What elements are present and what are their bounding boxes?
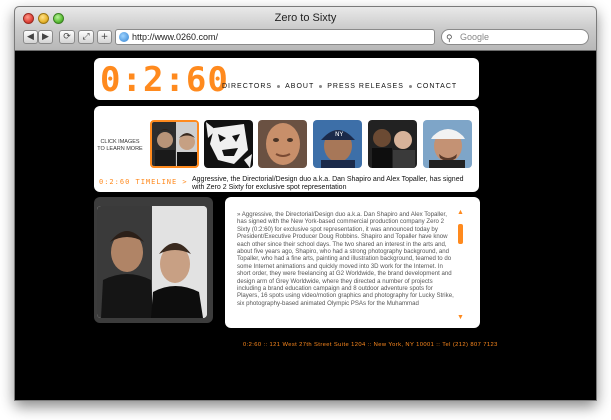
ny-cap-man-image: NY xyxy=(313,120,362,168)
snapback-button[interactable]: ⤢ xyxy=(78,30,94,44)
back-button[interactable]: ◀ xyxy=(23,30,38,44)
search-field[interactable]: ⚲ Google xyxy=(441,29,589,45)
nav-about[interactable]: ABOUT xyxy=(285,83,314,90)
thumbnail-graphic-face[interactable] xyxy=(204,120,253,168)
nav-contact[interactable]: CONTACT xyxy=(417,83,457,90)
globe-icon xyxy=(119,32,129,42)
feature-photo xyxy=(97,206,207,318)
scroll-down-arrow-icon[interactable]: ▼ xyxy=(457,314,464,321)
timeline-link[interactable]: 0:2:60 TIMELINE > xyxy=(99,178,188,186)
gallery-instructions: CLICK IMAGES TO LEARN MORE xyxy=(97,139,143,152)
scroll-up-arrow-icon[interactable]: ▲ xyxy=(457,209,464,216)
site-logo[interactable]: 0:2:60 xyxy=(100,60,229,100)
thumbnail-ny-cap-man[interactable]: NY xyxy=(313,120,362,168)
nav-press-releases[interactable]: PRESS RELEASES xyxy=(327,83,404,90)
nav-separator xyxy=(277,85,281,88)
duo-portrait-image xyxy=(152,122,197,166)
thumbnail-duo-portrait[interactable] xyxy=(150,120,199,168)
nav-directors[interactable]: DIRECTORS xyxy=(222,83,272,90)
article-panel: » Aggressive, the Directorial/Design duo… xyxy=(225,197,480,328)
title-bar: Zero to Sixty ◀ ▶ ⟳ ⤢ + http://www.0260.… xyxy=(15,7,596,51)
nav-separator xyxy=(408,85,412,88)
window-title: Zero to Sixty xyxy=(274,12,337,24)
feature-photo-image xyxy=(97,206,207,318)
page-content: 0:2:60 DIRECTORS ABOUT PRESS RELEASES CO… xyxy=(15,51,596,400)
article-body: » Aggressive, the Directorial/Design duo… xyxy=(237,211,454,307)
search-icon: ⚲ xyxy=(446,33,453,43)
white-cap-man-image xyxy=(423,120,472,168)
forward-button[interactable]: ▶ xyxy=(38,30,53,44)
svg-text:NY: NY xyxy=(335,131,343,138)
thumbnail-white-cap-man[interactable] xyxy=(423,120,472,168)
thumbnail-man-closeup[interactable] xyxy=(258,120,307,168)
article-scroll-thumb[interactable] xyxy=(458,224,463,244)
timeline-headline: Aggressive, the Directorial/Design duo a… xyxy=(192,176,464,191)
man-closeup-image xyxy=(258,120,307,168)
two-men-image xyxy=(368,120,417,168)
url-text: http://www.0260.com/ xyxy=(132,32,219,42)
header-panel: 0:2:60 DIRECTORS ABOUT PRESS RELEASES CO… xyxy=(94,58,479,100)
search-placeholder: Google xyxy=(460,32,490,42)
thumbnail-two-men[interactable] xyxy=(368,120,417,168)
nav-separator xyxy=(319,85,323,88)
browser-window: Zero to Sixty ◀ ▶ ⟳ ⤢ + http://www.0260.… xyxy=(14,6,597,401)
gallery-panel: CLICK IMAGES TO LEARN MORE NY 0:2:60 TIM… xyxy=(94,106,479,192)
graphic-face-image xyxy=(204,120,253,168)
main-nav: DIRECTORS ABOUT PRESS RELEASES CONTACT xyxy=(222,83,457,90)
feature-photo-panel xyxy=(94,197,213,323)
reload-button[interactable]: ⟳ xyxy=(59,30,75,44)
address-bar[interactable]: http://www.0260.com/ xyxy=(115,29,435,45)
footer-contact: 0:2:60 :: 121 West 27th Street Suite 120… xyxy=(243,342,498,348)
add-bookmark-button[interactable]: + xyxy=(97,30,112,44)
